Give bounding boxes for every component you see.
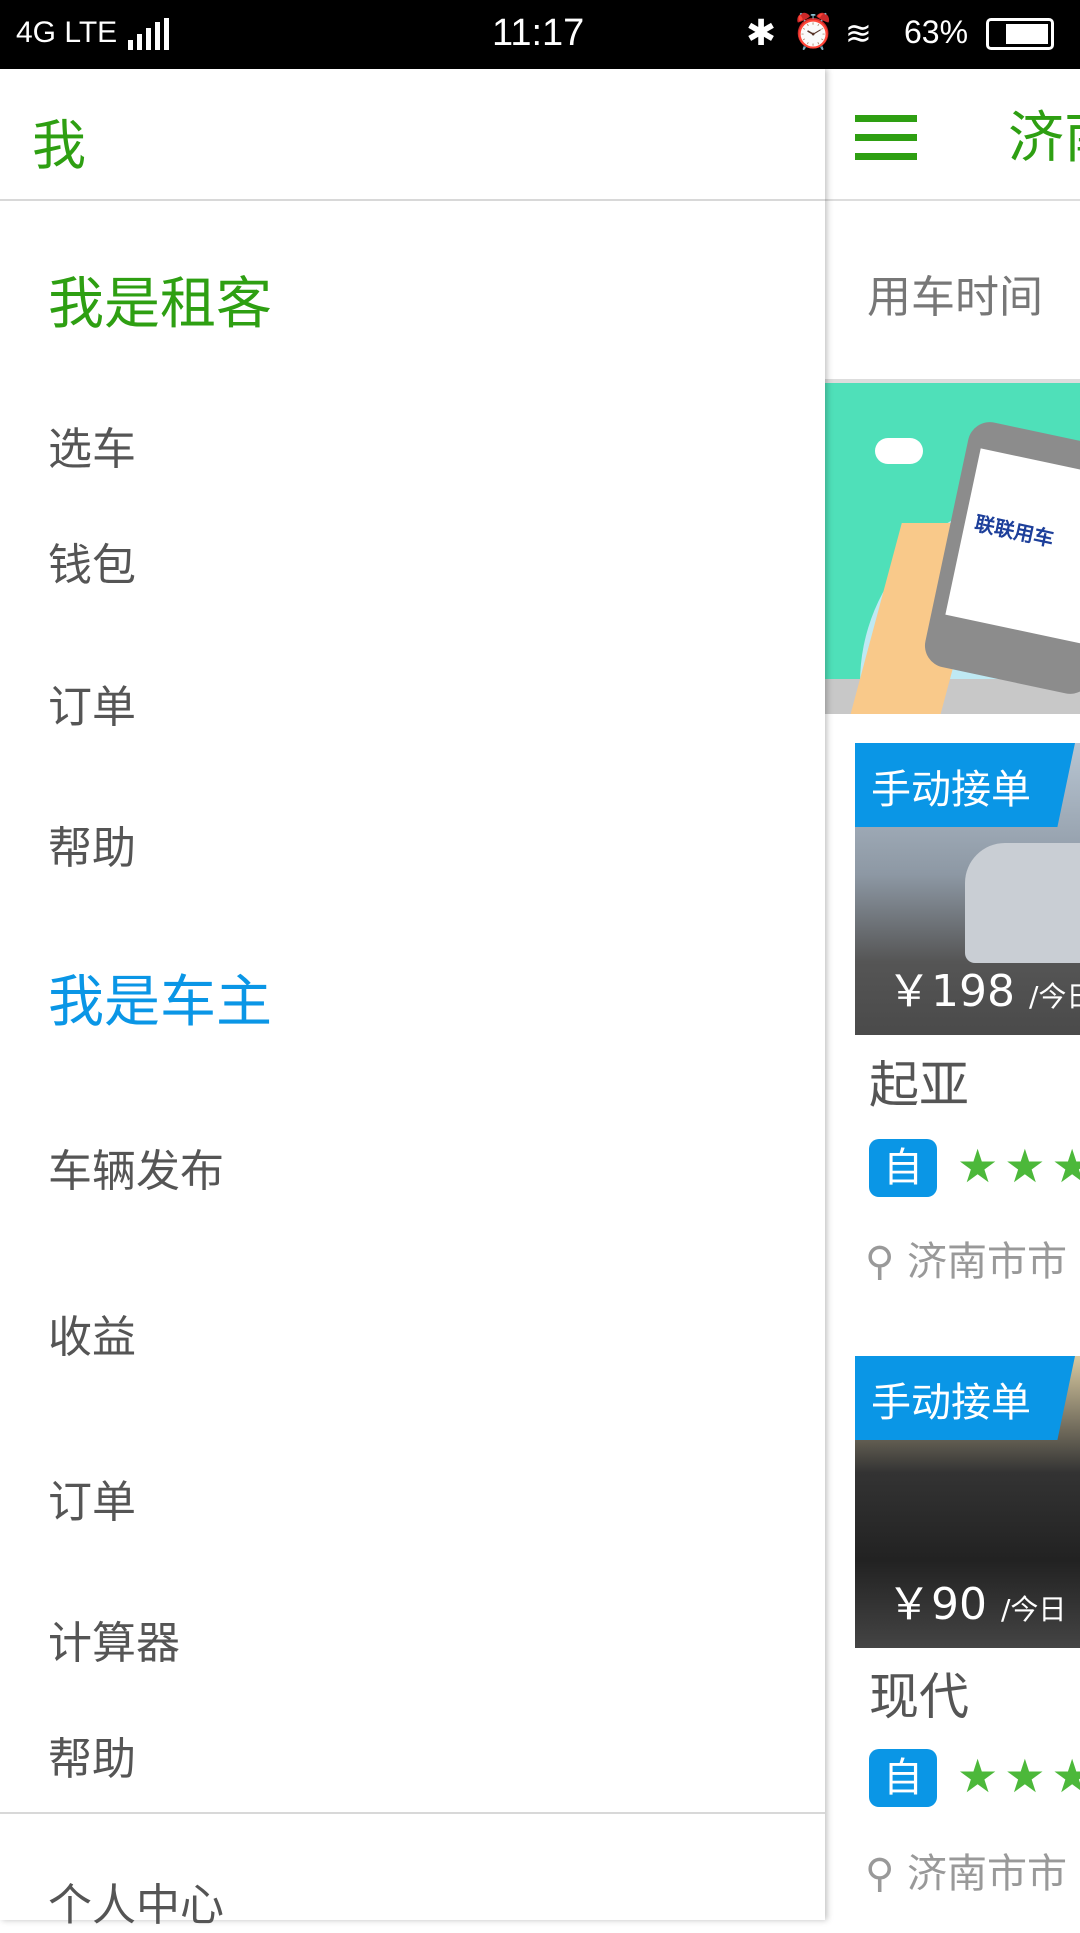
bluetooth-icon: ✱ <box>746 12 777 53</box>
car-card-image[interactable]: 手动接单 ￥198 /今日 <box>855 743 1080 1035</box>
price: ￥90 /今日 <box>887 1568 1066 1632</box>
manual-accept-tag: 手动接单 <box>855 743 1075 827</box>
manual-accept-tag: 手动接单 <box>855 1356 1075 1440</box>
drawer-title: 我 <box>32 114 86 177</box>
battery-label: 63% <box>904 14 969 50</box>
battery-icon <box>986 18 1054 50</box>
rating-stars: ★★★ <box>957 1139 1080 1193</box>
main-content: 济南 用车时间 联联用车 手动接单 ￥198 /今日 起亚 自 ★★★ ⚲ 济南… <box>825 69 1080 1920</box>
menu-item-owner-orders[interactable]: 订单 <box>48 1466 136 1530</box>
location-text: 济南市市 <box>907 1239 1068 1285</box>
clock: 11:17 <box>492 12 585 54</box>
navigation-drawer: 我 我是租客 选车 钱包 订单 帮助 我是车主 车辆发布 收益 订单 计算器 帮… <box>0 69 825 1931</box>
price-unit: /今日 <box>1028 980 1080 1013</box>
menu-item-renter-help[interactable]: 帮助 <box>48 812 136 876</box>
location-pin-icon: ⚲ <box>865 1239 895 1285</box>
menu-item-personal-center[interactable]: 个人中心 <box>48 1869 224 1933</box>
menu-item-wallet[interactable]: 钱包 <box>48 529 136 593</box>
menu-item-earnings[interactable]: 收益 <box>48 1301 136 1365</box>
self-drive-badge: 自 <box>869 1139 937 1197</box>
wifi-icon: ≋ <box>845 15 872 51</box>
divider <box>0 199 825 201</box>
car-card-image[interactable]: 手动接单 ￥90 /今日 <box>855 1356 1080 1648</box>
menu-item-renter-orders[interactable]: 订单 <box>48 671 136 735</box>
car-name[interactable]: 起亚 <box>869 1045 969 1117</box>
car-name[interactable]: 现代 <box>869 1657 969 1729</box>
alarm-icon: ⏰ <box>792 13 835 51</box>
price-value: ￥90 <box>887 1579 987 1630</box>
rating-stars: ★★★ <box>957 1749 1080 1803</box>
location: ⚲ 济南市市 <box>865 1841 1067 1899</box>
divider <box>825 199 1080 201</box>
owner-section-heading: 我是车主 <box>48 970 272 1035</box>
location-text: 济南市市 <box>907 1851 1068 1897</box>
price: ￥198 /今日 <box>887 955 1080 1019</box>
price-value: ￥198 <box>887 966 1015 1017</box>
menu-item-owner-help[interactable]: 帮助 <box>48 1723 136 1787</box>
menu-item-calculator[interactable]: 计算器 <box>48 1607 180 1671</box>
signal-icon <box>128 18 169 50</box>
network-label: 4G LTE <box>16 16 118 49</box>
menu-item-choose-car[interactable]: 选车 <box>48 413 136 477</box>
self-drive-badge: 自 <box>869 1749 937 1807</box>
location: ⚲ 济南市市 <box>865 1229 1067 1287</box>
divider <box>0 1812 825 1814</box>
location-pin-icon: ⚲ <box>865 1851 895 1897</box>
city-selector[interactable]: 济南 <box>1008 93 1080 174</box>
status-bar: 4G LTE 11:17 ✱ ⏰ ≋ 63% <box>0 0 1080 69</box>
renter-section-heading: 我是租客 <box>48 272 272 337</box>
promo-banner[interactable]: 联联用车 <box>825 383 1080 714</box>
menu-item-publish-vehicle[interactable]: 车辆发布 <box>48 1135 224 1199</box>
cloud-icon <box>875 438 923 464</box>
price-unit: /今日 <box>1001 1593 1067 1626</box>
menu-icon[interactable] <box>855 115 917 172</box>
rental-time-label[interactable]: 用车时间 <box>867 261 1043 325</box>
phone-image: 联联用车 <box>920 418 1080 698</box>
car-photo <box>965 843 1080 963</box>
